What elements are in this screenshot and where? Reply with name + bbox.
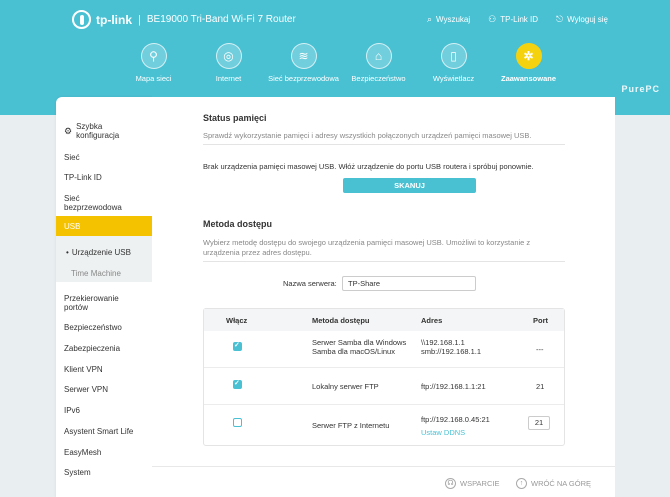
sidebar-item-wireless[interactable]: Sieć bezprzewodowa — [56, 192, 126, 214]
nav-wireless[interactable]: ≋ Sieć bezprzewodowa — [266, 40, 341, 83]
network-map-icon: ⚲ — [140, 43, 167, 69]
sidebar-item-network[interactable]: Sieć — [56, 151, 152, 163]
table-header: Włącz Metoda dostępu Adres Port — [204, 309, 564, 331]
shield-icon: ⌂ — [365, 43, 392, 69]
gear-icon: ✲ — [515, 43, 542, 69]
globe-icon: ◎ — [215, 43, 242, 69]
gear-icon: ⚙ — [64, 125, 73, 136]
memory-status-description: Sprawdź wykorzystanie pamięci i adresy w… — [203, 131, 532, 140]
access-method-title: Metoda dostępu — [203, 219, 272, 229]
set-ddns-link[interactable]: Ustaw DDNS — [421, 428, 465, 437]
router-model: BE19000 Tri-Band Wi-Fi 7 Router — [146, 14, 296, 25]
access-method-description-2: urządzenia przez adres dostępu. — [203, 248, 312, 257]
sidebar-item-vpn-client[interactable]: Klient VPN — [56, 363, 152, 375]
sidebar-item-security[interactable]: Bezpieczeństwo — [56, 321, 152, 333]
sidebar-item-tplink-id[interactable]: TP-Link ID — [56, 171, 152, 183]
logout-icon: ⎋ — [556, 14, 564, 24]
sidebar-item-port-forwarding[interactable]: Przekierowanie portów — [56, 292, 126, 314]
sidebar-item-protection[interactable]: Zabezpieczenia — [56, 342, 152, 354]
sidebar-item-system[interactable]: System — [56, 466, 152, 478]
header-enable: Włącz — [226, 316, 248, 325]
nav-network-map[interactable]: ⚲ Mapa sieci — [116, 40, 191, 83]
tplink-id-link[interactable]: ⚇ TP-Link ID — [488, 14, 538, 25]
back-to-top-link[interactable]: ↑ WRÓĆ NA GÓRĘ — [516, 478, 591, 489]
search-link[interactable]: ⌕ Wyszukaj — [427, 14, 470, 25]
support-link[interactable]: ☊ WSPARCIE — [445, 478, 499, 489]
nav-advanced[interactable]: ✲ Zaawansowane — [491, 40, 566, 83]
sidebar-item-time-machine[interactable]: Time Machine — [56, 267, 152, 279]
header-address: Adres — [421, 316, 443, 325]
main-nav: ⚲ Mapa sieci ◎ Internet ≋ Sieć bezprzewodow… — [116, 40, 566, 83]
search-icon: ⌕ — [426, 14, 432, 24]
nav-display[interactable]: ▯ Wyświetlacz — [416, 40, 491, 83]
sidebar-item-smart-life[interactable]: Asystent Smart Life — [56, 425, 152, 437]
sidebar: ⚙ Szybka konfiguracja Sieć TP-Link ID Sie… — [56, 97, 152, 497]
local-ftp-enable-checkbox[interactable] — [233, 379, 242, 389]
header-port: Port — [533, 316, 548, 325]
sidebar-item-vpn-server[interactable]: Serwer VPN — [56, 383, 152, 395]
access-method-description-1: Wybierz metodę dostępu do swojego urządz… — [203, 238, 531, 247]
user-icon: ⚇ — [488, 14, 497, 24]
nav-internet[interactable]: ◎ Internet — [191, 40, 266, 83]
headset-icon: ☊ — [445, 478, 456, 489]
sidebar-item-ipv6[interactable]: IPv6 — [56, 404, 152, 416]
sidebar-item-usb-device[interactable]: • Urządzenie USB — [56, 246, 152, 258]
samba-enable-checkbox[interactable] — [233, 341, 242, 351]
sidebar-item-easymesh[interactable]: EasyMesh — [56, 446, 152, 458]
sidebar-item-usb[interactable]: USB — [56, 216, 152, 236]
logout-link[interactable]: ⎋ Wyloguj się — [556, 14, 608, 25]
memory-status-title: Status pamięci — [203, 113, 267, 123]
server-name-input[interactable]: TP-Share — [342, 276, 476, 291]
server-name-label: Nazwa serwera: — [283, 279, 337, 288]
internet-ftp-port-input[interactable]: 21 — [528, 416, 550, 430]
header-method: Metoda dostępu — [312, 316, 370, 325]
watermark-logo: PurePC — [621, 84, 660, 94]
no-usb-message: Brak urządzenia pamięci masowej USB. Włó… — [203, 162, 534, 171]
main-content: Status pamięci Sprawdź wykorzystanie pam… — [152, 97, 615, 497]
sidebar-item-quick-setup[interactable]: ⚙ Szybka konfiguracja — [56, 119, 152, 143]
scan-button[interactable]: SKANUJ — [343, 178, 476, 193]
nav-security[interactable]: ⌂ Bezpieczeństwo — [341, 40, 416, 83]
access-method-table: Włącz Metoda dostępu Adres Port Serwer S… — [203, 308, 565, 446]
top-links: ⌕ Wyszukaj ⚇ TP-Link ID ⎋ Wyloguj się — [427, 14, 608, 25]
brand-logo[interactable]: tp-link | BE19000 Tri-Band Wi-Fi 7 Route… — [72, 10, 296, 29]
brand-name: tp-link — [96, 12, 132, 27]
arrow-up-icon: ↑ — [516, 478, 527, 489]
display-icon: ▯ — [440, 43, 467, 69]
internet-ftp-enable-checkbox[interactable] — [233, 418, 242, 427]
wifi-icon: ≋ — [290, 43, 317, 69]
tp-link-logo-icon — [72, 10, 91, 29]
footer: ☊ WSPARCIE ↑ WRÓĆ NA GÓRĘ — [152, 466, 615, 497]
